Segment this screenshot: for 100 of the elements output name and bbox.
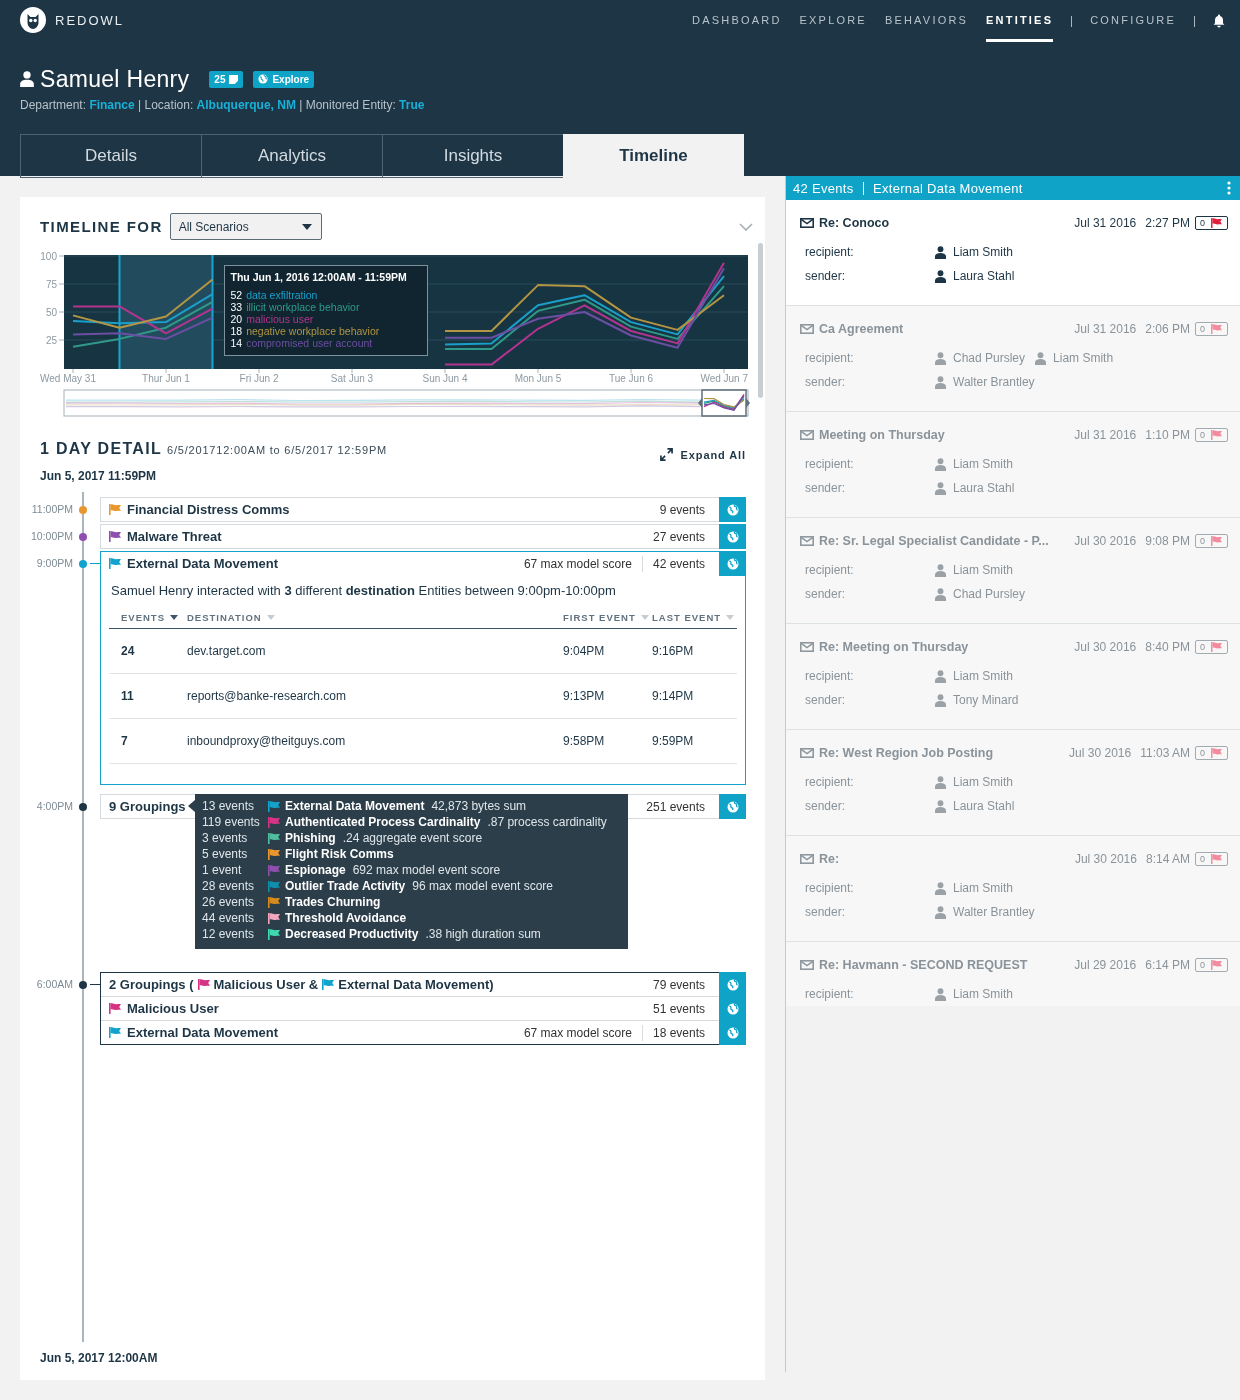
globe-icon xyxy=(258,74,269,84)
navigator-window[interactable] xyxy=(698,389,750,417)
brush-selection[interactable] xyxy=(118,254,214,370)
person-icon xyxy=(935,481,946,495)
flag-icon xyxy=(1211,854,1222,864)
metric-text: 692 max model event score xyxy=(352,863,501,877)
person-link[interactable]: Laura Stahl xyxy=(935,481,1015,495)
person-link[interactable]: Liam Smith xyxy=(935,775,1014,789)
person-link[interactable]: Tony Minard xyxy=(935,693,1019,707)
person-link[interactable]: Liam Smith xyxy=(935,245,1014,259)
person-link[interactable]: Liam Smith xyxy=(935,457,1014,471)
column-header[interactable]: FIRST EVENT xyxy=(563,612,649,623)
kebab-menu-icon[interactable] xyxy=(1227,181,1231,195)
scenario-name: Phishing xyxy=(285,831,336,845)
person-link[interactable]: Liam Smith xyxy=(935,669,1014,683)
person-link[interactable]: Liam Smith xyxy=(935,563,1014,577)
field-label: recipient: xyxy=(805,350,854,367)
email-date: Jul 31 2016 xyxy=(1074,428,1137,442)
person-link[interactable]: Chad Pursley xyxy=(935,587,1026,601)
person-link[interactable]: Liam Smith xyxy=(935,987,1014,1001)
notes-badge[interactable]: 25 xyxy=(209,70,244,88)
person-icon xyxy=(935,587,946,601)
globe-icon xyxy=(726,530,739,543)
scenario-name: Decreased Productivity xyxy=(285,927,419,941)
column-header[interactable]: DESTINATION xyxy=(187,612,275,623)
event-count: 28 events xyxy=(202,879,256,893)
flag-count-button[interactable]: 0 xyxy=(1195,852,1228,866)
scenario-name: Espionage xyxy=(285,863,346,877)
time-label: 11:00PM xyxy=(31,502,74,517)
globe-button[interactable] xyxy=(719,497,746,522)
chevron-down-icon[interactable] xyxy=(739,222,753,231)
globe-button[interactable] xyxy=(719,794,746,819)
score-text: 67 max model score xyxy=(523,555,643,572)
group-heading-text: 2 Groupings ( xyxy=(109,977,194,992)
timeline-event-card[interactable]: Malware Threat 27 events xyxy=(100,524,746,549)
envelope-icon xyxy=(800,748,814,758)
axis-label: Fri Jun 2 xyxy=(239,373,279,384)
person-link[interactable]: Chad Pursley xyxy=(935,351,1026,365)
person-icon xyxy=(935,799,946,813)
globe-button[interactable] xyxy=(719,972,746,997)
axis-label: Sun Jun 4 xyxy=(422,373,468,384)
explore-button[interactable]: Explore xyxy=(253,70,315,88)
nav-link[interactable]: ENTITIES xyxy=(986,0,1054,42)
expand-all-button[interactable]: Expand All xyxy=(659,448,746,461)
flag-count-button[interactable]: 0 xyxy=(1195,428,1228,442)
flag-count-button[interactable]: 0 xyxy=(1195,640,1228,654)
nav-link[interactable]: DASHBOARD xyxy=(692,0,782,42)
person-link[interactable]: Liam Smith xyxy=(935,881,1014,895)
brand-name: REDOWL xyxy=(55,12,125,28)
globe-button[interactable] xyxy=(719,551,746,576)
timeline-event-card[interactable]: Financial Distress Comms 9 events xyxy=(100,497,746,522)
person-icon xyxy=(935,375,946,389)
scenario-dropdown[interactable]: All Scenarios xyxy=(169,213,322,240)
person-icon xyxy=(935,245,946,259)
globe-button[interactable] xyxy=(719,1020,746,1045)
person-link[interactable]: Laura Stahl xyxy=(935,269,1015,283)
tab[interactable]: Details xyxy=(20,134,201,178)
person-link[interactable]: Walter Brantley xyxy=(935,375,1035,389)
tooltip-title: Thu Jun 1, 2016 12:00AM - 11:59PM xyxy=(230,271,408,283)
tooltip-label: malicious user xyxy=(246,313,314,325)
flag-count-button[interactable]: 0 xyxy=(1195,216,1228,230)
metric-text: .87 process cardinality xyxy=(487,815,607,829)
flag-count-button[interactable]: 0 xyxy=(1195,746,1228,760)
tooltip-value: 20 xyxy=(230,313,243,325)
email-list-item[interactable]: Re: Conoco Jul 31 2016 2:27 PM 0 recipient: Liam Smith sender: Laura Stahl xyxy=(786,200,1240,306)
tab[interactable]: Analytics xyxy=(201,134,382,178)
nav-link[interactable]: EXPLORE xyxy=(799,0,867,42)
person-link[interactable]: Liam Smith xyxy=(1035,351,1114,365)
column-header[interactable]: EVENTS xyxy=(109,612,178,623)
flag-icon xyxy=(109,504,121,515)
timeline-event-card[interactable]: 2 Groupings ( Malicious User & External Data Movement) 79 events Malicious User 51 events External Data Movement 67 max model score 18 events xyxy=(100,972,746,1045)
globe-button[interactable] xyxy=(719,524,746,549)
flag-count-button[interactable]: 0 xyxy=(1195,958,1228,972)
nav-link[interactable]: CONFIGURE xyxy=(1090,0,1176,42)
scrollbar-thumb[interactable] xyxy=(758,243,763,398)
person-link[interactable]: Laura Stahl xyxy=(935,799,1015,813)
tab[interactable]: Timeline xyxy=(563,134,744,178)
email-subject: Re: Havmann - SECOND REQUEST xyxy=(819,958,1029,972)
flag-count-button[interactable]: 0 xyxy=(1195,322,1228,336)
scenario-title: External Data Movement xyxy=(873,180,1023,196)
timeline-connector xyxy=(90,562,100,565)
scenario-name: External Data Movement xyxy=(127,556,278,571)
date-range: 6/5/201712:00AM to 6/5/2017 12:59PM xyxy=(167,444,388,456)
timeline-event-card[interactable] xyxy=(100,551,746,785)
bell-icon[interactable] xyxy=(1213,14,1225,28)
tooltip-value: 14 xyxy=(230,337,243,349)
column-header[interactable]: LAST EVENT xyxy=(652,612,735,623)
flag-count-button[interactable]: 0 xyxy=(1195,534,1228,548)
event-count: 9 events xyxy=(659,502,705,517)
nav-link[interactable]: BEHAVIORS xyxy=(884,0,969,42)
globe-icon xyxy=(726,557,739,570)
field-label: recipient: xyxy=(805,774,854,791)
table-cell: inboundproxy@theitguys.com xyxy=(187,734,346,748)
email-time: 9:08 PM xyxy=(1145,534,1190,548)
envelope-icon xyxy=(800,324,814,334)
person-link[interactable]: Walter Brantley xyxy=(935,905,1035,919)
field-label: sender: xyxy=(805,798,846,815)
globe-icon xyxy=(726,1026,739,1039)
flag-icon xyxy=(1211,960,1222,970)
tab[interactable]: Insights xyxy=(382,134,563,178)
